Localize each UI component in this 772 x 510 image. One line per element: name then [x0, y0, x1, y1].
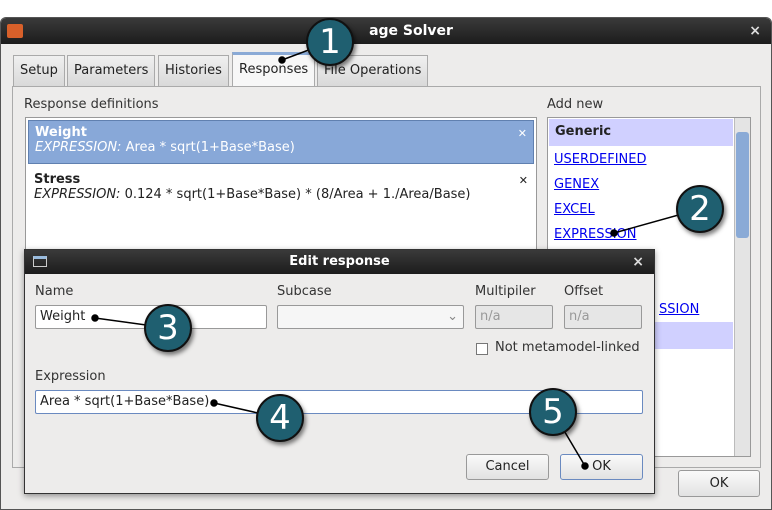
callout-1: 1	[306, 18, 354, 66]
callout-2: 2	[676, 185, 724, 233]
callout-4: 4	[256, 394, 304, 442]
callout-5: 5	[529, 388, 577, 436]
callout-3: 3	[144, 304, 192, 352]
callout-lines	[91, 41, 701, 470]
